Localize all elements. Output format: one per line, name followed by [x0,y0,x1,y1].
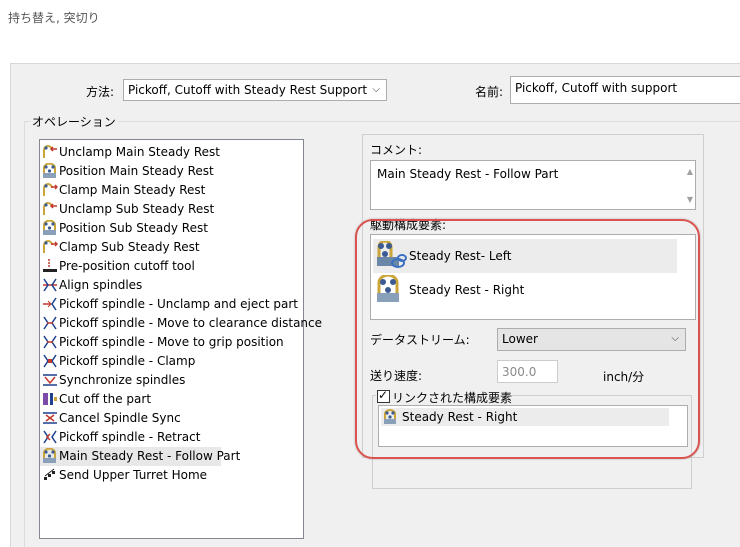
operations-group-label: オペレーション [30,113,118,130]
scroll-up-icon[interactable]: ▲ [687,167,693,176]
name-label: 名前: [475,85,504,99]
operation-label: Pre-position cutoff tool [59,259,195,273]
operation-label: Clamp Sub Steady Rest [59,240,200,254]
name-input[interactable]: Pickoff, Cutoff with support [510,76,740,104]
window-title: 持ち替え, 突切り [8,11,100,25]
turret-home-icon [42,467,58,483]
operation-label: Pickoff spindle - Move to clearance dist… [59,316,323,330]
pickoff-clamp-icon [42,353,58,369]
pickoff-retract-icon [42,429,58,445]
operation-item[interactable]: Clamp Main Steady Rest [40,181,299,200]
operation-item[interactable]: Pickoff spindle - Unclamp and eject part [40,295,299,314]
operation-item[interactable]: Pickoff spindle - Move to clearance dist… [40,314,322,333]
method-label: 方法: [86,85,115,99]
steady-rest-clamp-icon [42,239,59,255]
name-value: Pickoff, Cutoff with support [515,81,678,95]
scroll-down-icon[interactable]: ▼ [687,195,693,204]
operation-item[interactable]: Main Steady Rest - Follow Part [40,447,240,466]
operation-label: Align spindles [59,278,143,292]
operation-item[interactable]: Unclamp Sub Steady Rest [40,200,299,219]
align-spindles-icon [42,277,58,293]
pickoff-eject-icon [42,296,58,312]
comment-label: コメント: [370,143,423,157]
operation-item[interactable]: Send Upper Turret Home [40,466,299,485]
operation-item[interactable]: Position Sub Steady Rest [40,219,299,238]
operation-item[interactable]: Synchronize spindles [40,371,299,390]
operation-item[interactable]: Pickoff spindle - Clamp [40,352,299,371]
operation-item[interactable]: Pickoff spindle - Retract [40,428,299,447]
comment-value: Main Steady Rest - Follow Part [377,167,559,181]
steady-rest-clamp-icon [42,182,59,198]
operation-label: Main Steady Rest - Follow Part [59,449,241,463]
cancel-sync-icon [42,410,58,426]
operation-item[interactable]: Cancel Spindle Sync [40,409,299,428]
chevron-down-icon: ⌵ [372,84,380,95]
steady-rest-position-icon [42,219,58,236]
operation-item[interactable]: Pre-position cutoff tool [40,257,299,276]
method-value: Pickoff, Cutoff with Steady Rest Support [128,83,368,97]
operation-label: Unclamp Main Steady Rest [59,145,220,159]
operation-label: Send Upper Turret Home [59,468,208,482]
operation-item[interactable]: Pickoff spindle - Move to grip position [40,333,299,352]
method-dropdown[interactable]: Pickoff, Cutoff with Steady Rest Support… [123,79,387,101]
operation-item[interactable]: Unclamp Main Steady Rest [40,143,299,162]
steady-rest-unclamp-icon [42,201,58,217]
operation-label: Pickoff spindle - Move to grip position [59,335,284,349]
operation-label: Pickoff spindle - Clamp [59,354,196,368]
operation-label: Clamp Main Steady Rest [59,183,206,197]
steady-rest-unclamp-icon [42,144,58,160]
operation-item[interactable]: Cut off the part [40,390,299,409]
operation-label: Unclamp Sub Steady Rest [59,202,215,216]
steady-rest-follow-icon [42,447,58,464]
operation-item[interactable]: Position Main Steady Rest [40,162,299,181]
operation-label: Position Sub Steady Rest [59,221,208,235]
cut-off-icon [42,391,58,407]
operation-label: Cut off the part [59,392,152,406]
highlight-annotation [355,219,700,459]
operation-label: Pickoff spindle - Unclamp and eject part [59,297,298,311]
pickoff-move-icon [42,334,58,350]
comment-textarea[interactable]: Main Steady Rest - Follow Part ▲ ▼ [370,160,696,210]
operations-list[interactable]: Unclamp Main Steady Rest Position Main St… [39,139,322,539]
operation-item[interactable]: Clamp Sub Steady Rest [40,238,299,257]
cutoff-tool-icon [42,258,58,274]
operation-label: Synchronize spindles [59,373,186,387]
operation-label: Pickoff spindle - Retract [59,430,201,444]
pickoff-move-icon [42,315,58,331]
title-bar: 持ち替え, 突切り [0,0,740,33]
steady-rest-position-icon [42,162,58,179]
operation-label: Cancel Spindle Sync [59,411,181,425]
sync-spindles-icon [42,372,58,388]
operation-label: Position Main Steady Rest [59,164,214,178]
operation-item[interactable]: Align spindles [40,276,299,295]
